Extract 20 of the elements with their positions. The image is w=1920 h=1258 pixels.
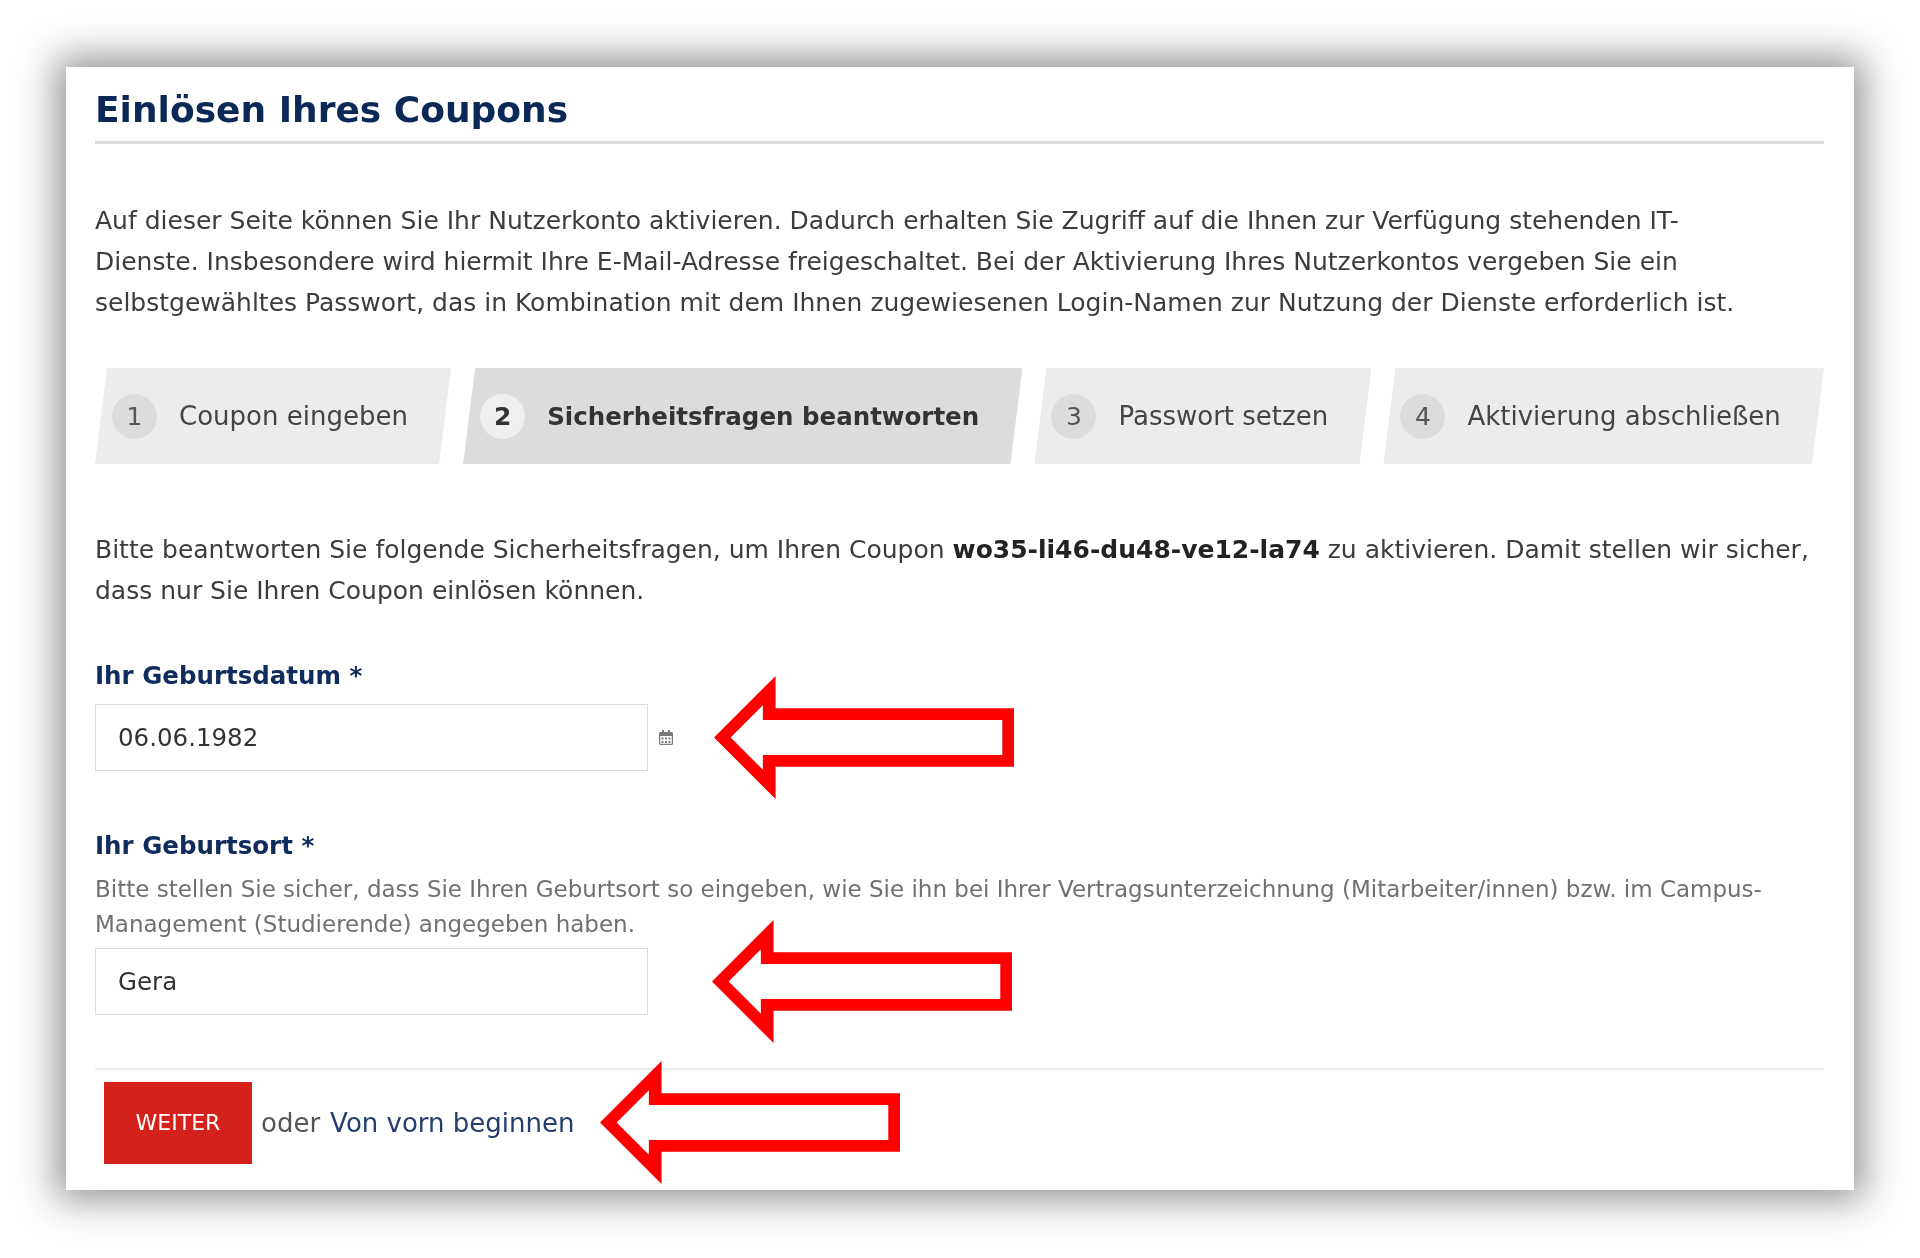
step-label: Sicherheitsfragen beantworten: [547, 401, 980, 431]
step-label: Passwort setzen: [1118, 401, 1329, 431]
step-label: Coupon eingeben: [179, 401, 408, 431]
step-label: Aktivierung abschließen: [1467, 401, 1781, 431]
calendar-icon[interactable]: [659, 730, 673, 745]
date-input[interactable]: 06.06.1982: [95, 704, 648, 771]
text-input[interactable]: Gera: [95, 948, 648, 1015]
field-label: Ihr Geburtsort *: [95, 831, 316, 861]
restart-link[interactable]: Von vorn beginnen: [330, 1107, 575, 1138]
or-text: oder: [261, 1107, 321, 1138]
step-number: 2: [480, 393, 526, 439]
page-title: Einlösen Ihres Coupons: [95, 88, 569, 131]
field-hint: Bitte stellen Sie sicher, dass Sie Ihren Geburtsort so eingeben, wie Sie ihn bei Ihrer Vertragsunterzeichnung (Mitarbeiter/innen) bzw. im Campus-Management (Studierende) angegeben haben.: [95, 875, 1763, 939]
submit-button[interactable]: WEITER: [104, 1081, 252, 1164]
step-number: 3: [1051, 393, 1097, 439]
step-number: 1: [112, 393, 157, 439]
intro-text: Auf dieser Seite können Sie Ihr Nutzerkonto aktivieren. Dadurch erhalten Sie Zugriff auf die Ihnen zur Verfügung stehenden IT-Dienste. Insbesondere wird hiermit Ihre E-Mail-Adresse freigeschaltet. Bei der Aktivierung Ihres Nutzerkontos vergeben Sie ein selbstgewähltes Passwort, das in Kombination mit dem Ihnen zugewiesenen Login-Namen zur Nutzung der Dienste erforderlich ist.: [95, 205, 1736, 319]
instruction-text: Bitte beantworten Sie folgende Sicherheitsfragen, um Ihren Coupon wo35-li46-du48-ve12-la74 zu aktivieren. Damit stellen wir sicher, dass nur Sie Ihren Coupon einlösen können.: [95, 534, 1810, 607]
field-label: Ihr Geburtsdatum *: [95, 661, 364, 691]
step-number: 4: [1400, 393, 1446, 439]
